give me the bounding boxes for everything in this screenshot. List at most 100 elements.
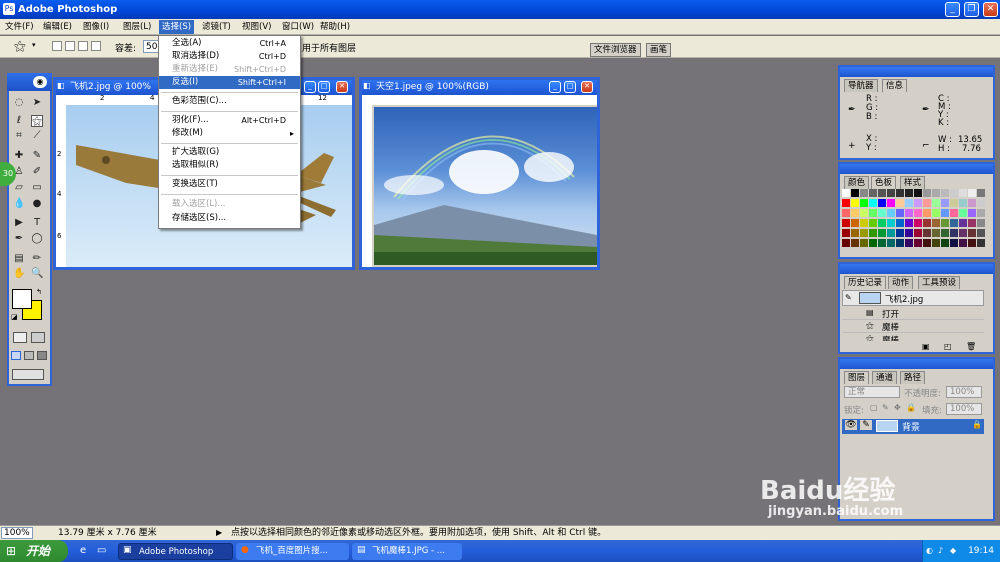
color-swatch[interactable] (842, 229, 850, 237)
menu-item-save-selection[interactable]: 存储选区(S)... (159, 212, 300, 225)
color-swatch[interactable] (932, 219, 940, 227)
fill-input[interactable]: 100% (946, 403, 982, 415)
color-swatch[interactable] (860, 229, 868, 237)
lock-transparency-icon[interactable]: ▢ (870, 403, 878, 412)
doc2-close-button[interactable]: ✕ (581, 81, 593, 93)
menu-edit[interactable]: 编辑(E) (40, 20, 75, 34)
color-swatch[interactable] (896, 209, 904, 217)
blur-tool-icon[interactable]: 💧 (13, 198, 25, 210)
slice-tool-icon[interactable]: ⟋ (31, 130, 43, 142)
color-swatch[interactable] (959, 239, 967, 247)
color-swatch[interactable] (932, 189, 940, 197)
status-arrow-icon[interactable]: ▶ (216, 526, 222, 540)
new-selection-button[interactable] (52, 41, 62, 51)
clock[interactable]: 19:14 (968, 546, 994, 556)
menu-item-color-range[interactable]: 色彩范围(C)... (159, 95, 300, 108)
minimize-button[interactable]: _ (945, 2, 960, 17)
gradient-tool-icon[interactable]: ▭ (31, 182, 43, 194)
color-swatch[interactable] (860, 209, 868, 217)
doc2-maximize-button[interactable]: □ (564, 81, 576, 93)
color-swatch[interactable] (887, 189, 895, 197)
color-swatch[interactable] (896, 239, 904, 247)
color-swatch[interactable] (860, 199, 868, 207)
color-swatch[interactable] (878, 189, 886, 197)
menu-image[interactable]: 图像(I) (80, 20, 112, 34)
tolerance-input[interactable]: 50 (143, 40, 159, 53)
move-tool-icon[interactable]: ➤ (31, 97, 43, 109)
intersect-selection-button[interactable] (91, 41, 101, 51)
color-swatch[interactable] (941, 209, 949, 217)
doc1-maximize-button[interactable]: □ (318, 81, 330, 93)
color-swatch[interactable] (923, 239, 931, 247)
screen-mode-full-icon[interactable] (37, 351, 47, 360)
color-swatch[interactable] (860, 239, 868, 247)
task-photoshop[interactable]: Adobe Photoshop (118, 543, 233, 560)
menu-item-grow[interactable]: 扩大选取(G) (159, 146, 300, 159)
color-swatch[interactable] (887, 239, 895, 247)
tool-preset-arrow-icon[interactable]: ▾ (32, 41, 36, 49)
color-swatch[interactable] (869, 239, 877, 247)
menu-item-transform-selection[interactable]: 变换选区(T) (159, 178, 300, 191)
security-icon[interactable]: ◆ (950, 546, 956, 555)
menu-item-inverse[interactable]: 反选(I) Shift+Ctrl+I (159, 76, 300, 89)
color-swatch[interactable] (968, 219, 976, 227)
color-swatch[interactable] (905, 219, 913, 227)
lock-position-icon[interactable]: ✥ (894, 403, 901, 412)
doc1-minimize-button[interactable]: _ (304, 81, 316, 93)
color-swatch[interactable] (932, 229, 940, 237)
color-swatch[interactable] (905, 209, 913, 217)
color-swatch[interactable] (941, 229, 949, 237)
doc1-close-button[interactable]: ✕ (336, 81, 348, 93)
color-swatch[interactable] (950, 189, 958, 197)
lock-image-icon[interactable]: ✎ (882, 403, 889, 412)
tab-file-browser[interactable]: 文件浏览器 (590, 43, 641, 57)
color-swatch[interactable] (842, 189, 850, 197)
color-swatch[interactable] (932, 239, 940, 247)
color-swatch[interactable] (851, 209, 859, 217)
screen-mode-full-menu-icon[interactable] (24, 351, 34, 360)
color-swatch[interactable] (968, 229, 976, 237)
color-swatch[interactable] (905, 189, 913, 197)
eraser-tool-icon[interactable]: ▱ (13, 182, 25, 194)
jump-to-imageready-icon[interactable] (12, 369, 44, 380)
foreground-color-swatch-top[interactable] (12, 289, 32, 309)
tab-styles[interactable]: 样式 (900, 176, 926, 189)
tab-color[interactable]: 颜色 (844, 176, 870, 189)
blend-mode-select[interactable]: 正常 (844, 386, 900, 398)
color-swatch[interactable] (950, 209, 958, 217)
color-swatch[interactable] (959, 189, 967, 197)
healing-brush-icon[interactable]: ✚ (13, 150, 25, 162)
tab-paths[interactable]: 路径 (900, 371, 926, 384)
zoom-input[interactable]: 100% (1, 527, 33, 539)
screen-mode-standard-icon[interactable] (11, 351, 21, 360)
hand-tool-icon[interactable]: ✋ (13, 268, 25, 280)
marquee-tool-icon[interactable]: ◌ (13, 97, 25, 109)
color-swatch[interactable] (842, 209, 850, 217)
color-swatch[interactable] (977, 199, 985, 207)
crop-tool-icon[interactable]: ⌗ (13, 130, 25, 142)
color-swatch[interactable] (851, 189, 859, 197)
color-swatch[interactable] (932, 209, 940, 217)
color-swatch[interactable] (896, 189, 904, 197)
desktop-icon[interactable]: ▭ (97, 545, 106, 556)
color-swatch[interactable] (923, 189, 931, 197)
network-icon[interactable]: ◐ (926, 546, 933, 555)
color-swatch[interactable] (869, 229, 877, 237)
standard-mode-icon[interactable] (13, 332, 27, 343)
color-swatch[interactable] (878, 239, 886, 247)
color-swatch[interactable] (842, 239, 850, 247)
color-swatch[interactable] (878, 229, 886, 237)
color-swatch[interactable] (860, 219, 868, 227)
restore-button[interactable]: ❐ (964, 2, 979, 17)
task-browser[interactable]: 飞机_百度图片搜... (236, 543, 349, 560)
color-swatch[interactable] (914, 199, 922, 207)
brush-tool-icon[interactable]: ✎ (31, 150, 43, 162)
color-swatch[interactable] (914, 229, 922, 237)
magic-wand-tool-icon[interactable]: ⚝ (31, 115, 43, 127)
color-swatch[interactable] (959, 209, 967, 217)
color-swatch[interactable] (851, 219, 859, 227)
history-snapshot-row[interactable]: ✎ 飞机2.jpg (842, 290, 984, 306)
swatch-grid[interactable] (842, 189, 985, 251)
notes-tool-icon[interactable]: ▤ (13, 253, 25, 265)
tab-tool-presets[interactable]: 工具预设 (918, 276, 961, 289)
